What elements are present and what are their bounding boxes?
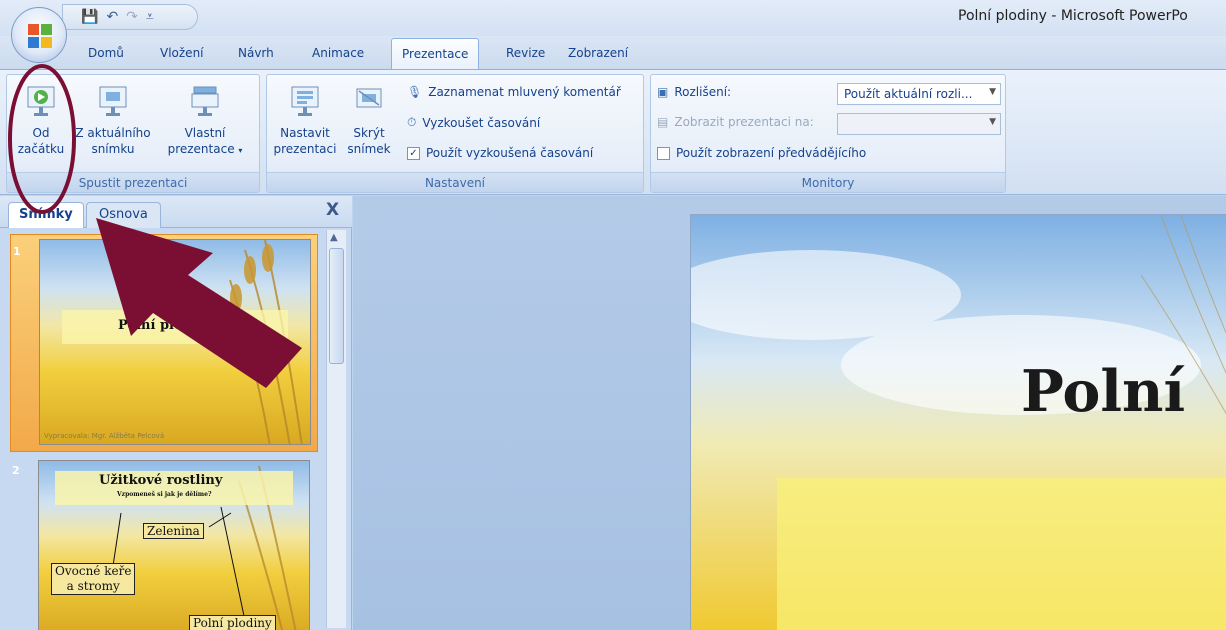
label-fruit-line-1: Ovocné keře [55,564,132,578]
slide-2-preview: Užitkové rostliny Vzpomeneš si jak je dě… [38,460,310,630]
from-current-label-1: Z aktuálního [75,126,151,140]
tab-outline[interactable]: Osnova [86,202,161,228]
slide-title: Užitkové rostliny [99,473,223,488]
hide-slide-label-1: Skrýt [353,126,385,140]
group-setup: Nastavit prezentaci Skrýt snímek 🎙 Zazna… [266,74,644,193]
save-icon[interactable]: 💾 [81,9,98,25]
group-start-label: Spustit prezentaci [7,172,259,192]
tab-slideshow[interactable]: Prezentace [391,38,480,70]
from-beginning-label-1: Od [32,126,50,140]
slide-1-preview: Polní plodiny Vypracovala: Mgr. Alžběta … [39,239,311,445]
window-title: Polní plodiny - Microsoft PowerPo [958,8,1188,24]
undo-icon[interactable]: ↶ [106,9,118,25]
microphone-icon: 🎙 [407,85,423,99]
dropdown-arrow-icon: ▾ [238,146,243,155]
checkbox-unchecked-icon [657,146,670,160]
setup-slideshow-button[interactable]: Nastavit prezentaci [267,85,343,157]
setup-label-2: prezentaci [273,142,337,156]
office-button[interactable] [11,7,67,63]
presenter-view-label: Použít zobrazení předvádějícího [676,146,867,160]
use-timings-checkbox[interactable]: ✓ Použít vyzkoušená časování [407,146,593,160]
record-narration-button[interactable]: 🎙 Zaznamenat mluvený komentář [407,85,621,99]
chevron-down-icon: ▼ [989,117,996,127]
custom-slideshow-label-2: prezentace [167,142,235,156]
pane-tabs: Snímky Osnova X [0,196,352,228]
group-start-slideshow: Od začátku Z aktuálního snímku Vlastní p… [6,74,260,193]
tab-design[interactable]: Návrh [238,46,274,60]
from-current-slide-button[interactable]: Z aktuálního snímku [75,85,151,157]
display-icon: ▤ [657,115,669,129]
record-narration-label: Zaznamenat mluvený komentář [428,85,621,99]
label-fruit: Ovocné keře a stromy [51,563,136,595]
title-box [777,478,1226,630]
slideshow-play-icon [27,86,55,116]
chevron-down-icon: ▼ [989,87,996,97]
group-setup-label: Nastavení [267,172,643,192]
label-crops: Polní plodiny [189,615,276,630]
show-on-dropdown[interactable]: ▼ [837,113,1001,135]
scrollbar[interactable]: ▲ [326,230,346,628]
slide-thumbnail-1[interactable]: 1 Polní plodiny Vypracovala: Mgr. Alžbět… [10,234,318,452]
resolution-label-wrap: ▣ Rozlišení: [657,85,731,99]
tab-animations[interactable]: Animace [312,46,364,60]
resolution-dropdown[interactable]: Použít aktuální rozli... ▼ [837,83,1001,105]
stopwatch-icon: ⏱ [407,115,417,129]
custom-slideshow-icon [191,86,219,116]
use-timings-label: Použít vyzkoušená časování [426,146,594,160]
hide-slide-label-2: snímek [347,142,391,156]
main-slide[interactable]: Polní [690,214,1226,630]
rehearse-timings-label: Vyzkoušet časování [422,115,541,130]
tab-review[interactable]: Revize [506,46,545,60]
tab-slides[interactable]: Snímky [8,202,84,228]
from-beginning-button[interactable]: Od začátku [11,85,71,157]
from-beginning-label-2: začátku [17,142,65,156]
monitor-icon: ▣ [657,85,669,99]
show-on-label-wrap: ▤ Zobrazit prezentaci na: [657,115,814,129]
resolution-value: Použít aktuální rozli... [844,87,973,101]
hide-slide-icon [356,88,382,108]
slide-subtitle: Vzpomeneš si jak je dělíme? [117,491,212,498]
slide-thumbnail-2[interactable]: 2 Užitkové rostliny Vzpomeneš si jak je … [10,454,318,630]
tab-home[interactable]: Domů [88,46,124,60]
close-icon[interactable]: X [326,200,339,220]
tab-insert[interactable]: Vložení [160,46,204,60]
scroll-thumb[interactable] [329,248,344,364]
show-on-label: Zobrazit prezentaci na: [674,115,814,129]
slide-author: Vypracovala: Mgr. Alžběta Pelcová [44,432,165,440]
slides-pane: Snímky Osnova X ▲ 1 Polní plodiny Vyprac… [0,196,352,630]
customize-icon[interactable]: ⩡ [146,9,154,25]
custom-slideshow-label-1: Vlastní [184,126,226,140]
redo-icon[interactable]: ↷ [126,9,138,25]
slide-title: Polní plodiny [118,318,214,333]
slide-number: 1 [13,245,21,258]
slide-editor: Polní [353,196,1226,630]
group-monitors: ▣ Rozlišení: Použít aktuální rozli... ▼ … [650,74,1006,193]
tab-view[interactable]: Zobrazení [568,46,628,60]
main-slide-title: Polní [1021,358,1186,425]
setup-slideshow-icon [291,86,319,116]
label-fruit-line-2: a stromy [66,579,120,593]
presenter-view-checkbox[interactable]: Použít zobrazení předvádějícího [657,146,866,160]
quick-access-toolbar: 💾 ↶ ↷ ⩡ [62,4,198,30]
scroll-up-icon[interactable]: ▲ [330,232,338,243]
slideshow-current-icon [99,86,127,116]
office-logo-icon [28,24,52,48]
slide-number: 2 [12,464,20,477]
group-monitors-label: Monitory [651,172,1005,192]
hide-slide-button[interactable]: Skrýt snímek [341,85,397,157]
checkbox-checked-icon: ✓ [407,146,420,160]
title-bar: 💾 ↶ ↷ ⩡ Polní plodiny - Microsoft PowerP… [0,0,1226,36]
rehearse-timings-button[interactable]: ⏱ Vyzkoušet časování [407,115,540,130]
resolution-label: Rozlišení: [674,85,732,99]
setup-label-1: Nastavit [280,126,330,140]
from-current-label-2: snímku [91,142,135,156]
label-vegetables: Zelenina [143,523,204,539]
ribbon: Od začátku Z aktuálního snímku Vlastní p… [0,69,1226,195]
custom-slideshow-button[interactable]: Vlastní prezentace ▾ [165,85,245,159]
